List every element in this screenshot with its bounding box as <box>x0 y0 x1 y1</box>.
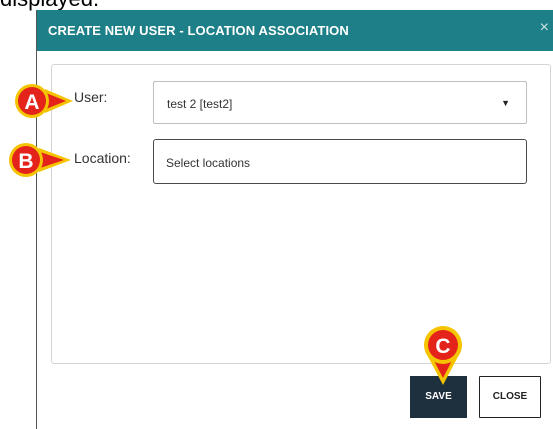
marker-c-letter: C <box>435 335 450 358</box>
dialog-header: CREATE NEW USER - LOCATION ASSOCIATION × <box>37 10 553 51</box>
user-select[interactable]: test 2 [test2] ▼ <box>153 81 527 124</box>
marker-c-callout: C <box>424 326 462 385</box>
user-select-value: test 2 [test2] <box>167 97 233 111</box>
location-input[interactable]: Select locations <box>153 139 527 184</box>
close-button[interactable]: CLOSE <box>479 376 541 418</box>
location-placeholder: Select locations <box>166 156 251 170</box>
marker-a-callout: A <box>15 84 73 118</box>
marker-b-callout: B <box>9 143 71 177</box>
dialog-title: CREATE NEW USER - LOCATION ASSOCIATION <box>48 23 349 38</box>
dialog-left-border <box>36 10 37 429</box>
marker-a-letter: A <box>24 91 39 114</box>
close-icon[interactable]: × <box>540 20 549 36</box>
chevron-down-icon: ▼ <box>501 98 510 108</box>
marker-b-letter: B <box>18 150 33 173</box>
location-label: Location: <box>74 150 131 166</box>
